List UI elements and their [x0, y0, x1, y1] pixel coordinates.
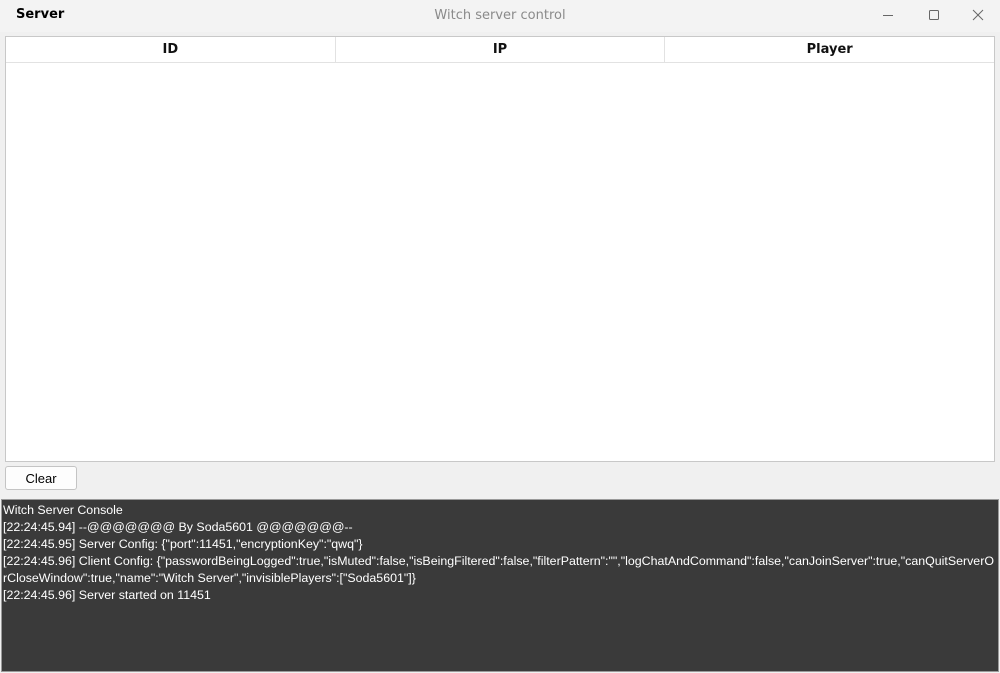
minimize-button[interactable]: [866, 0, 910, 30]
close-button[interactable]: [956, 0, 1000, 30]
console-line: Witch Server Console: [3, 503, 123, 517]
column-header-ip[interactable]: IP: [336, 37, 666, 62]
console-line: [22:24:45.96] Client Config: {"passwordB…: [3, 554, 994, 585]
console-line: [22:24:45.94] --@@@@@@@ By Soda5601 @@@@…: [3, 520, 353, 534]
console-line: [22:24:45.96] Server started on 11451: [3, 588, 211, 602]
window-title: Witch server control: [434, 8, 566, 23]
minimize-icon: [883, 15, 893, 16]
close-icon: [972, 9, 984, 21]
maximize-icon: [929, 10, 939, 20]
console-line: [22:24:45.95] Server Config: {"port":114…: [3, 537, 363, 551]
title-bar[interactable]: Server Witch server control: [0, 0, 1000, 32]
server-window: Server Witch server control ID IP Player: [0, 0, 1000, 673]
table-header: ID IP Player: [6, 37, 994, 63]
column-header-id[interactable]: ID: [6, 37, 336, 62]
column-header-player[interactable]: Player: [665, 37, 994, 62]
console-output[interactable]: Witch Server Console [22:24:45.94] --@@@…: [1, 499, 999, 672]
player-table[interactable]: ID IP Player: [5, 36, 995, 462]
maximize-button[interactable]: [912, 0, 956, 30]
table-body[interactable]: [6, 63, 994, 461]
clear-button[interactable]: Clear: [5, 466, 77, 490]
